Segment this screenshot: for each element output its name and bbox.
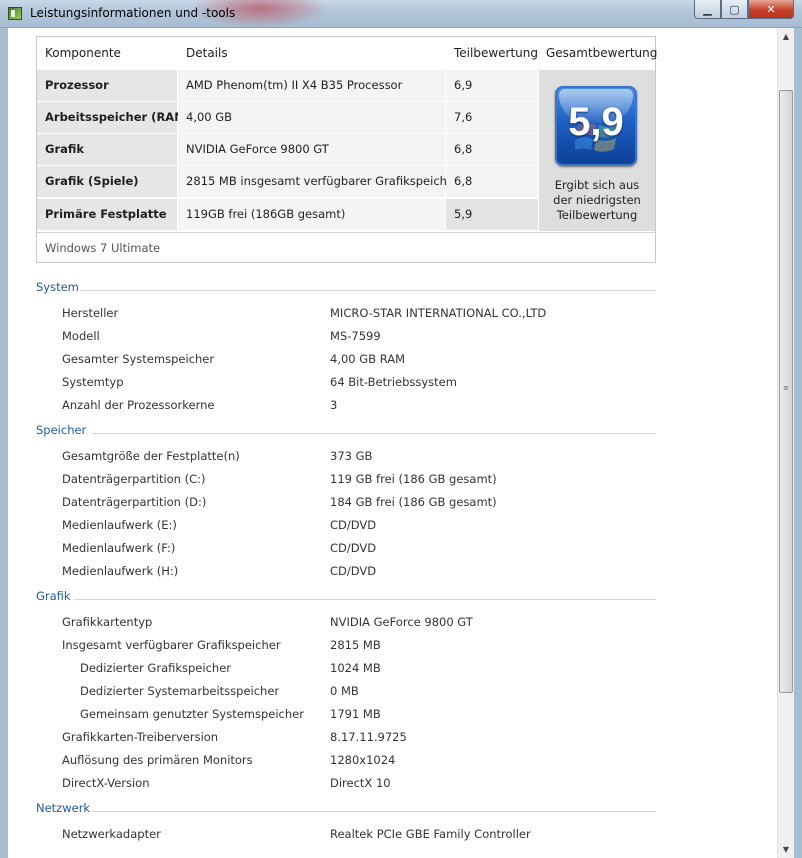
property-label: Gesamtgröße der Festplatte(n)	[62, 449, 240, 463]
component-details: AMD Phenom(tm) II X4 B35 Processor	[178, 70, 445, 101]
property-value: 8.17.11.9725	[330, 730, 407, 744]
component-name: Prozessor	[37, 70, 177, 101]
property-value: 2815 MB	[330, 638, 381, 652]
window-frame-right	[794, 28, 802, 858]
property-label: Medienlaufwerk (F:)	[62, 541, 176, 555]
property-label: Anzahl der Prozessorkerne	[62, 398, 215, 412]
property-label: Insgesamt verfügbarer Grafikspeicher	[62, 638, 281, 652]
property-label: Medienlaufwerk (E:)	[62, 518, 177, 532]
window-frame-left	[0, 28, 8, 858]
minimize-button[interactable]: ▁	[694, 0, 721, 19]
component-name: Primäre Festplatte	[37, 199, 177, 230]
property-value: 1791 MB	[330, 707, 381, 721]
property-value: 1024 MB	[330, 661, 381, 675]
property-value: 184 GB frei (186 GB gesamt)	[330, 495, 497, 509]
section-title-storage: Speicher	[36, 423, 87, 437]
property-label: Netzwerkadapter	[62, 827, 161, 841]
header-component: Komponente	[45, 46, 121, 60]
section-divider	[80, 290, 656, 291]
property-label: Gesamter Systemspeicher	[62, 352, 215, 366]
property-label: Datenträgerpartition (C:)	[62, 472, 206, 486]
content-area: Komponente Details Teilbewertung Gesamtb…	[8, 28, 794, 858]
property-value: CD/DVD	[330, 518, 377, 532]
score-row: Arbeitsspeicher (RAM) 4,00 GB 7,6	[37, 102, 538, 133]
component-subscore: 6,8	[446, 134, 538, 165]
property-label: Hersteller	[62, 306, 119, 320]
property-value: MS-7599	[330, 329, 381, 343]
section-title-graphics: Grafik	[36, 589, 71, 603]
property-value: MICRO-STAR INTERNATIONAL CO.,LTD	[330, 306, 547, 320]
scrollbar-grip-icon: ≡	[783, 384, 789, 392]
scroll-down-arrow-icon[interactable]: ▼	[778, 841, 794, 858]
section-divider	[92, 811, 656, 812]
property-label: Grafikkartentyp	[62, 615, 153, 629]
section-divider	[92, 433, 656, 434]
header-basescore: Gesamtbewertung	[546, 46, 658, 60]
property-label: Datenträgerpartition (D:)	[62, 495, 207, 509]
property-value: 0 MB	[330, 684, 359, 698]
os-edition: Windows 7 Ultimate	[37, 232, 655, 262]
property-label: Medienlaufwerk (H:)	[62, 564, 179, 578]
section-title-system: System	[36, 280, 79, 294]
property-label: Auflösung des primären Monitors	[62, 753, 253, 767]
property-value: 3	[330, 398, 338, 412]
base-score-value: 5,9	[568, 100, 624, 144]
title-bar[interactable]: Leistungsinformationen und -tools ▁ ▢ ✕	[0, 0, 802, 28]
score-row: Prozessor AMD Phenom(tm) II X4 B35 Proce…	[37, 70, 538, 101]
property-value: CD/DVD	[330, 564, 377, 578]
component-details: NVIDIA GeForce 9800 GT	[178, 134, 445, 165]
app-icon	[8, 7, 22, 20]
property-value: 1280x1024	[330, 753, 396, 767]
score-row: Grafik (Spiele) 2815 MB insgesamt verfüg…	[37, 166, 538, 197]
section-divider	[74, 599, 656, 600]
scrollbar-thumb[interactable]: ≡	[779, 90, 793, 693]
base-score-note: Ergibt sich aus der niedrigsten Teilbewe…	[543, 178, 651, 223]
base-score-note-line: der niedrigsten	[553, 193, 641, 207]
maximize-button[interactable]: ▢	[721, 0, 748, 19]
property-label: Dedizierter Systemarbeitsspeicher	[80, 684, 280, 698]
component-details: 4,00 GB	[178, 102, 445, 133]
component-subscore: 6,9	[446, 70, 538, 101]
score-row: Primäre Festplatte 119GB frei (186GB ges…	[37, 199, 538, 230]
component-name: Arbeitsspeicher (RAM)	[37, 102, 191, 133]
component-details: 2815 MB insgesamt verfügbarer Grafikspei…	[178, 166, 459, 197]
property-value: CD/DVD	[330, 541, 377, 555]
property-label: Systemtyp	[62, 375, 124, 389]
property-label: Modell	[62, 329, 100, 343]
property-label: Grafikkarten-Treiberversion	[62, 730, 219, 744]
component-subscore: 6,8	[446, 166, 538, 197]
property-value: 4,00 GB RAM	[330, 352, 406, 366]
component-subscore: 5,9	[446, 199, 538, 230]
component-subscore: 7,6	[446, 102, 538, 133]
vertical-scrollbar[interactable]: ▲ ≡ ▼	[777, 28, 794, 858]
property-label: Gemeinsam genutzter Systemspeicher	[80, 707, 304, 721]
section-title-network: Netzwerk	[36, 801, 91, 815]
property-value: NVIDIA GeForce 9800 GT	[330, 615, 473, 629]
property-value: 64 Bit-Betriebssystem	[330, 375, 457, 389]
scroll-up-arrow-icon[interactable]: ▲	[778, 28, 794, 45]
component-name: Grafik (Spiele)	[37, 166, 177, 197]
property-value: Realtek PCIe GBE Family Controller	[330, 827, 531, 841]
header-subscore: Teilbewertung	[454, 46, 539, 60]
component-details: 119GB frei (186GB gesamt)	[178, 199, 445, 230]
score-table: Komponente Details Teilbewertung Gesamtb…	[36, 36, 658, 263]
property-value: 373 GB	[330, 449, 373, 463]
component-name: Grafik	[37, 134, 177, 165]
base-score-panel: 5,9 Ergibt sich aus der niedrigsten Teil…	[539, 70, 655, 231]
property-label: Dedizierter Grafikspeicher	[80, 661, 231, 675]
base-score-badge: 5,9	[555, 86, 637, 166]
base-score-note-line: Teilbewertung	[556, 208, 638, 222]
header-details: Details	[186, 46, 228, 60]
property-value: 119 GB frei (186 GB gesamt)	[330, 472, 497, 486]
window-controls: ▁ ▢ ✕	[694, 0, 794, 19]
base-score-note-line: Ergibt sich aus	[554, 178, 640, 192]
score-row: Grafik NVIDIA GeForce 9800 GT 6,8	[37, 134, 538, 165]
close-button[interactable]: ✕	[748, 0, 794, 19]
window-title: Leistungsinformationen und -tools	[30, 6, 236, 20]
property-label: DirectX-Version	[62, 776, 150, 790]
property-value: DirectX 10	[330, 776, 391, 790]
